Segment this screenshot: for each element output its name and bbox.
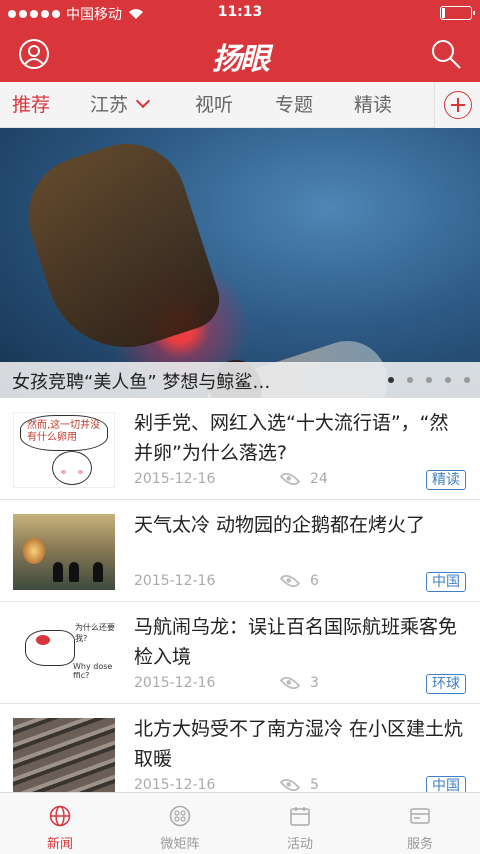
banner-caption: 女孩竞聘“美人鱼” 梦想与鲸鲨… xyxy=(12,372,271,393)
featured-banner[interactable]: 女孩竞聘“美人鱼” 梦想与鲸鲨… xyxy=(0,128,480,398)
chevron-down-icon xyxy=(135,93,151,109)
add-channel-button[interactable] xyxy=(434,82,480,128)
news-date: 2015-12-16 xyxy=(134,675,216,691)
view-count: 6 xyxy=(310,573,319,589)
nav-news[interactable]: 新闻 xyxy=(0,793,120,854)
eye-icon xyxy=(279,774,301,792)
calendar-icon xyxy=(290,807,310,826)
category-tag: 精读 xyxy=(426,470,466,490)
news-title: 北方大妈受不了南方湿冷 在小区建土炕取暖 xyxy=(134,718,464,770)
banner-image xyxy=(13,128,227,368)
app-logo: 扬眼 xyxy=(212,42,270,77)
news-list: 然而,这一切并没有什么卵用 剁手党、网红入选“十大流行语”，“然并卵”为什么落选… xyxy=(0,398,480,792)
tab-jiangsu[interactable]: 江苏 xyxy=(90,82,151,128)
status-bar: 中国移动 11:13 xyxy=(0,0,480,26)
app-header: 扬眼 xyxy=(0,26,480,82)
battery-icon xyxy=(440,6,475,20)
grid-icon xyxy=(169,805,191,827)
news-title: 剁手党、网红入选“十大流行语”，“然并卵”为什么落选? xyxy=(134,412,449,464)
bottom-nav: 新闻 微矩阵 活动 服务 xyxy=(0,792,480,854)
nav-services[interactable]: 服务 xyxy=(360,793,480,854)
tab-featured[interactable]: 精读 xyxy=(354,82,392,128)
eye-icon xyxy=(279,570,301,592)
view-count: 3 xyxy=(310,675,319,691)
news-item[interactable]: 为什么还要我? Why dose ffic? 马航闹乌龙：误让百名国际航班乘客免… xyxy=(0,602,480,704)
tab-topics[interactable]: 专题 xyxy=(275,82,313,128)
card-icon xyxy=(410,808,430,824)
news-thumbnail: 为什么还要我? Why dose ffic? xyxy=(13,616,115,692)
nav-matrix[interactable]: 微矩阵 xyxy=(120,793,240,854)
category-tabs: 推荐 江苏 视听 专题 精读 xyxy=(0,82,480,128)
tab-video[interactable]: 视听 xyxy=(195,82,233,128)
tab-recommend[interactable]: 推荐 xyxy=(12,82,50,128)
search-button[interactable] xyxy=(430,38,462,70)
category-tag: 中国 xyxy=(426,572,466,592)
carousel-indicator xyxy=(388,377,470,383)
news-date: 2015-12-16 xyxy=(134,777,216,792)
news-item[interactable]: 北方大妈受不了南方湿冷 在小区建土炕取暖 2015-12-16 5 中国 xyxy=(0,704,480,792)
news-thumbnail xyxy=(13,718,115,792)
nav-events[interactable]: 活动 xyxy=(240,793,360,854)
news-thumbnail xyxy=(13,514,115,590)
search-icon xyxy=(432,40,461,69)
eye-icon xyxy=(279,468,301,490)
plus-icon xyxy=(444,91,472,119)
news-title: 天气太冷 动物园的企鹅都在烤火了 xyxy=(134,514,426,536)
clock: 11:13 xyxy=(217,4,263,20)
view-count: 5 xyxy=(310,777,319,792)
category-tag: 中国 xyxy=(426,776,466,792)
news-date: 2015-12-16 xyxy=(134,573,216,589)
news-item[interactable]: 天气太冷 动物园的企鹅都在烤火了 2015-12-16 6 中国 xyxy=(0,500,480,602)
globe-icon xyxy=(49,805,71,827)
eye-icon xyxy=(279,672,301,694)
news-item[interactable]: 然而,这一切并没有什么卵用 剁手党、网红入选“十大流行语”，“然并卵”为什么落选… xyxy=(0,398,480,500)
news-title: 马航闹乌龙：误让百名国际航班乘客免检入境 xyxy=(134,616,458,668)
category-tag: 环球 xyxy=(426,674,466,694)
view-count: 24 xyxy=(310,471,328,487)
news-date: 2015-12-16 xyxy=(134,471,216,487)
news-thumbnail: 然而,这一切并没有什么卵用 xyxy=(13,412,115,488)
